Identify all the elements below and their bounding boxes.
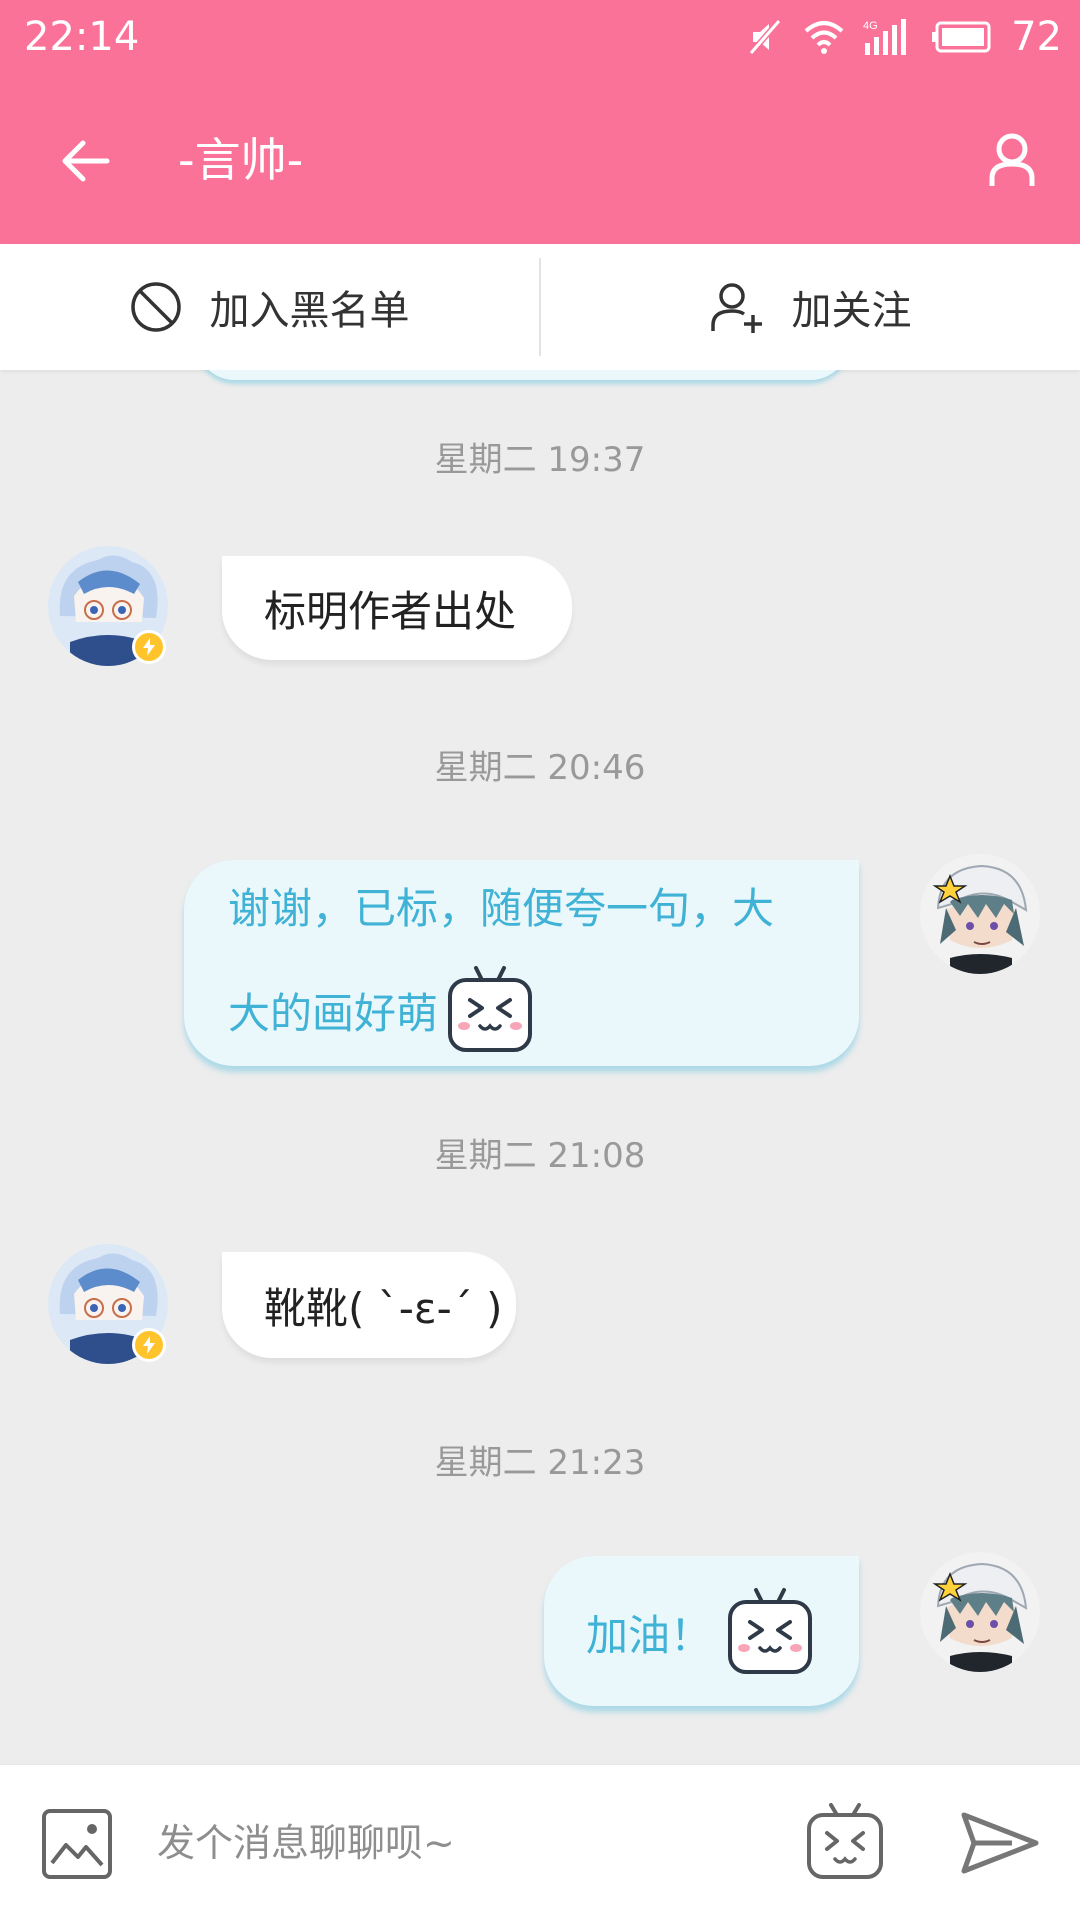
block-icon <box>130 282 181 332</box>
emoji-button[interactable] <box>805 1801 885 1881</box>
chat-area[interactable]: 星期二 19:37 标明作者出处 星期二 20:46 谢谢，已标，随便夸一句，大… <box>0 370 1080 1764</box>
top-bar: -言帅- <box>0 75 1080 244</box>
send-button[interactable] <box>960 1809 1040 1877</box>
tv-emoji-icon <box>728 1588 813 1674</box>
previous-message-bubble <box>195 370 850 380</box>
tv-emoji-icon <box>448 966 533 1052</box>
wifi-icon <box>804 21 844 54</box>
message-input[interactable] <box>140 1800 780 1886</box>
tv-emoji-icon <box>807 1803 883 1879</box>
status-time: 22:14 <box>24 14 140 60</box>
timestamp: 星期二 21:23 <box>434 1443 646 1483</box>
timestamp: 星期二 20:46 <box>434 748 646 788</box>
message-bubble-incoming[interactable]: 标明作者出处 <box>222 556 572 660</box>
avatar-contact[interactable] <box>48 1244 168 1364</box>
network-type: 4G <box>863 20 878 32</box>
send-icon <box>961 1812 1039 1874</box>
message-line: 谢谢，已标，随便夸一句，大 <box>228 884 775 933</box>
avatar-self[interactable] <box>920 1552 1040 1672</box>
avatar-self[interactable] <box>920 854 1040 974</box>
message-line-with-emoji: 大的画好萌 <box>228 964 534 1056</box>
timestamp: 星期二 21:08 <box>434 1136 646 1176</box>
message-line-with-emoji: 加油！ <box>586 1582 814 1682</box>
self-avatar-image <box>920 1552 1040 1672</box>
arrow-left-icon <box>62 140 110 182</box>
avatar-contact[interactable] <box>48 546 168 666</box>
user-icon <box>989 133 1035 186</box>
action-bar: 加入黑名单 加关注 <box>0 244 1080 370</box>
message-line: 大的画好萌 <box>228 988 439 1038</box>
message-text: 靴靴( ˋ-ε-ˊ ) <box>264 1283 503 1333</box>
status-icons: 4G 72 <box>745 12 1062 62</box>
lightning-badge-icon <box>132 630 166 664</box>
message-text: 加油！ <box>586 1610 713 1660</box>
add-user-icon <box>710 283 762 333</box>
message-bubble-outgoing[interactable]: 谢谢，已标，随便夸一句，大 大的画好萌 <box>184 860 859 1066</box>
self-avatar-image <box>920 854 1040 974</box>
message-bubble-outgoing[interactable]: 加油！ <box>544 1556 859 1706</box>
mute-icon <box>748 19 782 55</box>
input-bar <box>0 1764 1080 1920</box>
battery-level: 72 <box>1011 14 1062 60</box>
message-bubble-incoming[interactable]: 靴靴( ˋ-ε-ˊ ) <box>222 1252 516 1358</box>
message-text: 标明作者出处 <box>264 586 517 636</box>
lightning-badge-icon <box>132 1328 166 1362</box>
image-button[interactable] <box>40 1807 114 1881</box>
status-bar: 22:14 4G 72 <box>0 0 1080 75</box>
signal-4g-icon: 4G <box>863 19 907 55</box>
follow-button[interactable]: 加关注 <box>541 244 1080 370</box>
follow-label: 加关注 <box>791 288 912 334</box>
blacklist-label: 加入黑名单 <box>209 288 410 334</box>
battery-icon <box>932 21 991 53</box>
blacklist-button[interactable]: 加入黑名单 <box>0 244 539 370</box>
profile-button[interactable] <box>972 120 1052 200</box>
image-icon <box>42 1809 112 1879</box>
back-button[interactable] <box>40 121 130 201</box>
page-title: -言帅- <box>178 133 304 187</box>
timestamp: 星期二 19:37 <box>434 440 646 480</box>
